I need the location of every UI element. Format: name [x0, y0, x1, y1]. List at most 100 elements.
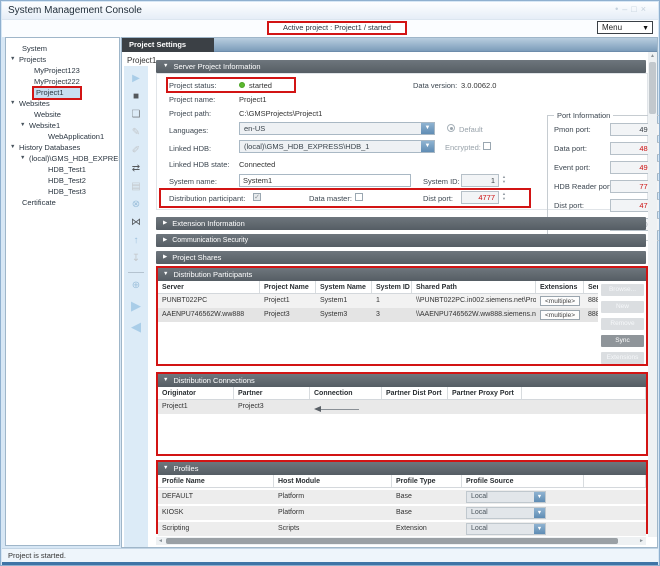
- dist-port-value: 4777: [461, 191, 499, 204]
- new-button[interactable]: New: [601, 301, 644, 313]
- extensions-multiple-button[interactable]: <multiple>: [540, 296, 580, 306]
- expander-icon[interactable]: ▼: [20, 153, 29, 164]
- tree-item-hdb-test3[interactable]: HDB_Test3: [6, 186, 119, 197]
- participants-buttons: Browse... New Remove Sync Extensions: [601, 284, 644, 369]
- stop-project-icon[interactable]: ■: [133, 92, 139, 102]
- expander-icon[interactable]: ▼: [10, 98, 19, 109]
- chevron-down-icon[interactable]: ▼: [421, 123, 434, 134]
- linked-hdb-state-label: Linked HDB state:: [169, 160, 229, 169]
- section-header-communication-security[interactable]: ▶Communication Security: [156, 234, 646, 247]
- vertical-scrollbar[interactable]: ▲: [648, 52, 657, 537]
- window-controls: •–□×: [615, 4, 650, 14]
- tree-item-gms-hdb-express[interactable]: ▼(local)\GMS_HDB_EXPRESS: [6, 153, 119, 164]
- extensions-button[interactable]: Extensions: [601, 352, 644, 364]
- cancel-icon[interactable]: ⊗: [132, 200, 140, 210]
- distribution-icon[interactable]: ⋈: [131, 218, 141, 228]
- chevron-down-icon[interactable]: ▼: [534, 492, 545, 502]
- encrypted-checkbox[interactable]: [483, 142, 491, 150]
- system-id-spinner[interactable]: ▲▼: [501, 174, 507, 186]
- section-header-extension-information[interactable]: ▶Extension Information: [156, 217, 646, 230]
- section-header-profiles[interactable]: ▼Profiles: [158, 462, 646, 475]
- save-icon[interactable]: ▤: [131, 182, 140, 192]
- system-name-input[interactable]: [239, 174, 411, 187]
- scroll-right-icon[interactable]: ►: [637, 537, 646, 545]
- project-name-value: Project1: [239, 95, 267, 104]
- upload-icon[interactable]: ↑: [134, 236, 139, 246]
- distribution-participant-label: Distribution participant:: [169, 194, 245, 203]
- link-hdb-icon[interactable]: ⇄: [132, 164, 140, 174]
- tree-item-website1[interactable]: ▼Website1: [6, 120, 119, 131]
- browse-button[interactable]: Browse...: [601, 284, 644, 296]
- pin-icon[interactable]: ↧: [132, 254, 140, 264]
- tree-item-projects[interactable]: ▼Projects: [6, 54, 119, 65]
- connection-row[interactable]: Project1 Project3: [158, 400, 646, 414]
- tree-item-websites[interactable]: ▼Websites: [6, 98, 119, 109]
- section-header-project-shares[interactable]: ▶Project Shares: [156, 251, 646, 264]
- chevron-down-icon[interactable]: ▼: [534, 524, 545, 534]
- project-path-value: C:\GMSProjects\Project1: [239, 109, 322, 118]
- expander-icon[interactable]: ▼: [10, 54, 19, 65]
- minimize-icon[interactable]: –: [622, 4, 631, 14]
- section-header-server-project-information[interactable]: ▼Server Project Information: [156, 60, 646, 73]
- main-panel: Project Settings Project1 ▶ ■ ❏ ✎ ✐ ⇄ ▤ …: [121, 37, 658, 548]
- new-project-icon[interactable]: ❏: [132, 110, 141, 120]
- project-path-label: Project path:: [169, 109, 211, 118]
- encrypted-label: Encrypted:: [445, 143, 481, 152]
- tree-item-certificate[interactable]: Certificate: [6, 197, 119, 208]
- close-icon[interactable]: ×: [641, 4, 650, 14]
- scroll-up-icon[interactable]: ▲: [648, 52, 657, 61]
- rename-project-icon[interactable]: ✐: [132, 146, 140, 156]
- tree-item-hdb-test2[interactable]: HDB_Test2: [6, 175, 119, 186]
- profile-source-dropdown[interactable]: Local▼: [466, 523, 546, 535]
- tree-item-history-databases[interactable]: ▼History Databases: [6, 142, 119, 153]
- maximize-icon[interactable]: □: [631, 4, 640, 14]
- section-header-distribution-participants[interactable]: ▼Distribution Participants: [158, 268, 646, 281]
- profile-row[interactable]: DEFAULT Platform Base Local▼: [158, 490, 646, 504]
- profile-source-dropdown[interactable]: Local▼: [466, 491, 546, 503]
- bottom-strip: [2, 562, 658, 566]
- participant-row[interactable]: AAENPU746562W.ww888 Project3 System3 3 \…: [158, 308, 598, 322]
- tree-item-myproject123[interactable]: MyProject123: [6, 65, 119, 76]
- tree-item-system[interactable]: System: [6, 43, 119, 54]
- horizontal-scrollbar[interactable]: ◄ ►: [156, 537, 646, 545]
- add-icon[interactable]: ⊕: [132, 281, 140, 291]
- profile-row[interactable]: KIOSK Platform Base Local▼: [158, 506, 646, 520]
- section-header-distribution-connections[interactable]: ▼Distribution Connections: [158, 374, 646, 387]
- horizontal-scrollbar-thumb[interactable]: [166, 538, 618, 544]
- distribution-participant-checkbox[interactable]: ✓: [253, 193, 261, 201]
- profile-source-dropdown[interactable]: Local▼: [466, 507, 546, 519]
- participant-row[interactable]: PUNBT022PC Project1 System1 1 \\PUNBT022…: [158, 294, 598, 308]
- dist-port-spinner[interactable]: ▲▼: [501, 191, 507, 203]
- remove-button[interactable]: Remove: [601, 318, 644, 330]
- profile-row[interactable]: Scripting Scripts Extension Local▼: [158, 522, 646, 536]
- expander-icon[interactable]: ▼: [20, 120, 29, 131]
- scroll-left-icon[interactable]: ◄: [156, 537, 165, 545]
- sync-button[interactable]: Sync: [601, 335, 644, 347]
- tree-item-myproject222[interactable]: MyProject222: [6, 76, 119, 87]
- menu-dropdown[interactable]: Menu ▼: [597, 21, 653, 34]
- expander-icon[interactable]: ▼: [10, 142, 19, 153]
- start-project-icon[interactable]: ▶: [132, 74, 140, 84]
- tree-item-website[interactable]: Website: [6, 109, 119, 120]
- port-information-title: Port Information: [554, 111, 613, 120]
- edit-project-icon[interactable]: ✎: [132, 128, 140, 138]
- system-tree: System ▼Projects MyProject123 MyProject2…: [5, 37, 120, 546]
- tree-item-webapplication1[interactable]: WebApplication1: [6, 131, 119, 142]
- project-name-label: Project name:: [169, 95, 215, 104]
- tree-item-project1-selected[interactable]: Project1: [6, 87, 119, 98]
- tab-project-settings[interactable]: Project Settings: [122, 38, 214, 52]
- extensions-multiple-button[interactable]: <multiple>: [540, 310, 580, 320]
- vertical-scrollbar-thumb[interactable]: [649, 62, 656, 114]
- linked-hdb-dropdown[interactable]: (local)\GMS_HDB_EXPRESS\HDB_1▼: [239, 140, 435, 153]
- menu-label: Menu: [602, 23, 622, 32]
- system-name-label: System name:: [169, 177, 217, 186]
- languages-dropdown[interactable]: en-US▼: [239, 122, 435, 135]
- collapse-icon[interactable]: ◀: [131, 320, 141, 333]
- distribution-connections-section: ▼Distribution Connections Originator Par…: [156, 372, 648, 456]
- data-master-checkbox[interactable]: [355, 193, 363, 201]
- tree-item-hdb-test1[interactable]: HDB_Test1: [6, 164, 119, 175]
- chevron-down-icon[interactable]: ▼: [534, 508, 545, 518]
- chevron-down-icon[interactable]: ▼: [421, 141, 434, 152]
- default-language-radio[interactable]: [447, 124, 455, 132]
- expand-icon[interactable]: ▶: [131, 299, 141, 312]
